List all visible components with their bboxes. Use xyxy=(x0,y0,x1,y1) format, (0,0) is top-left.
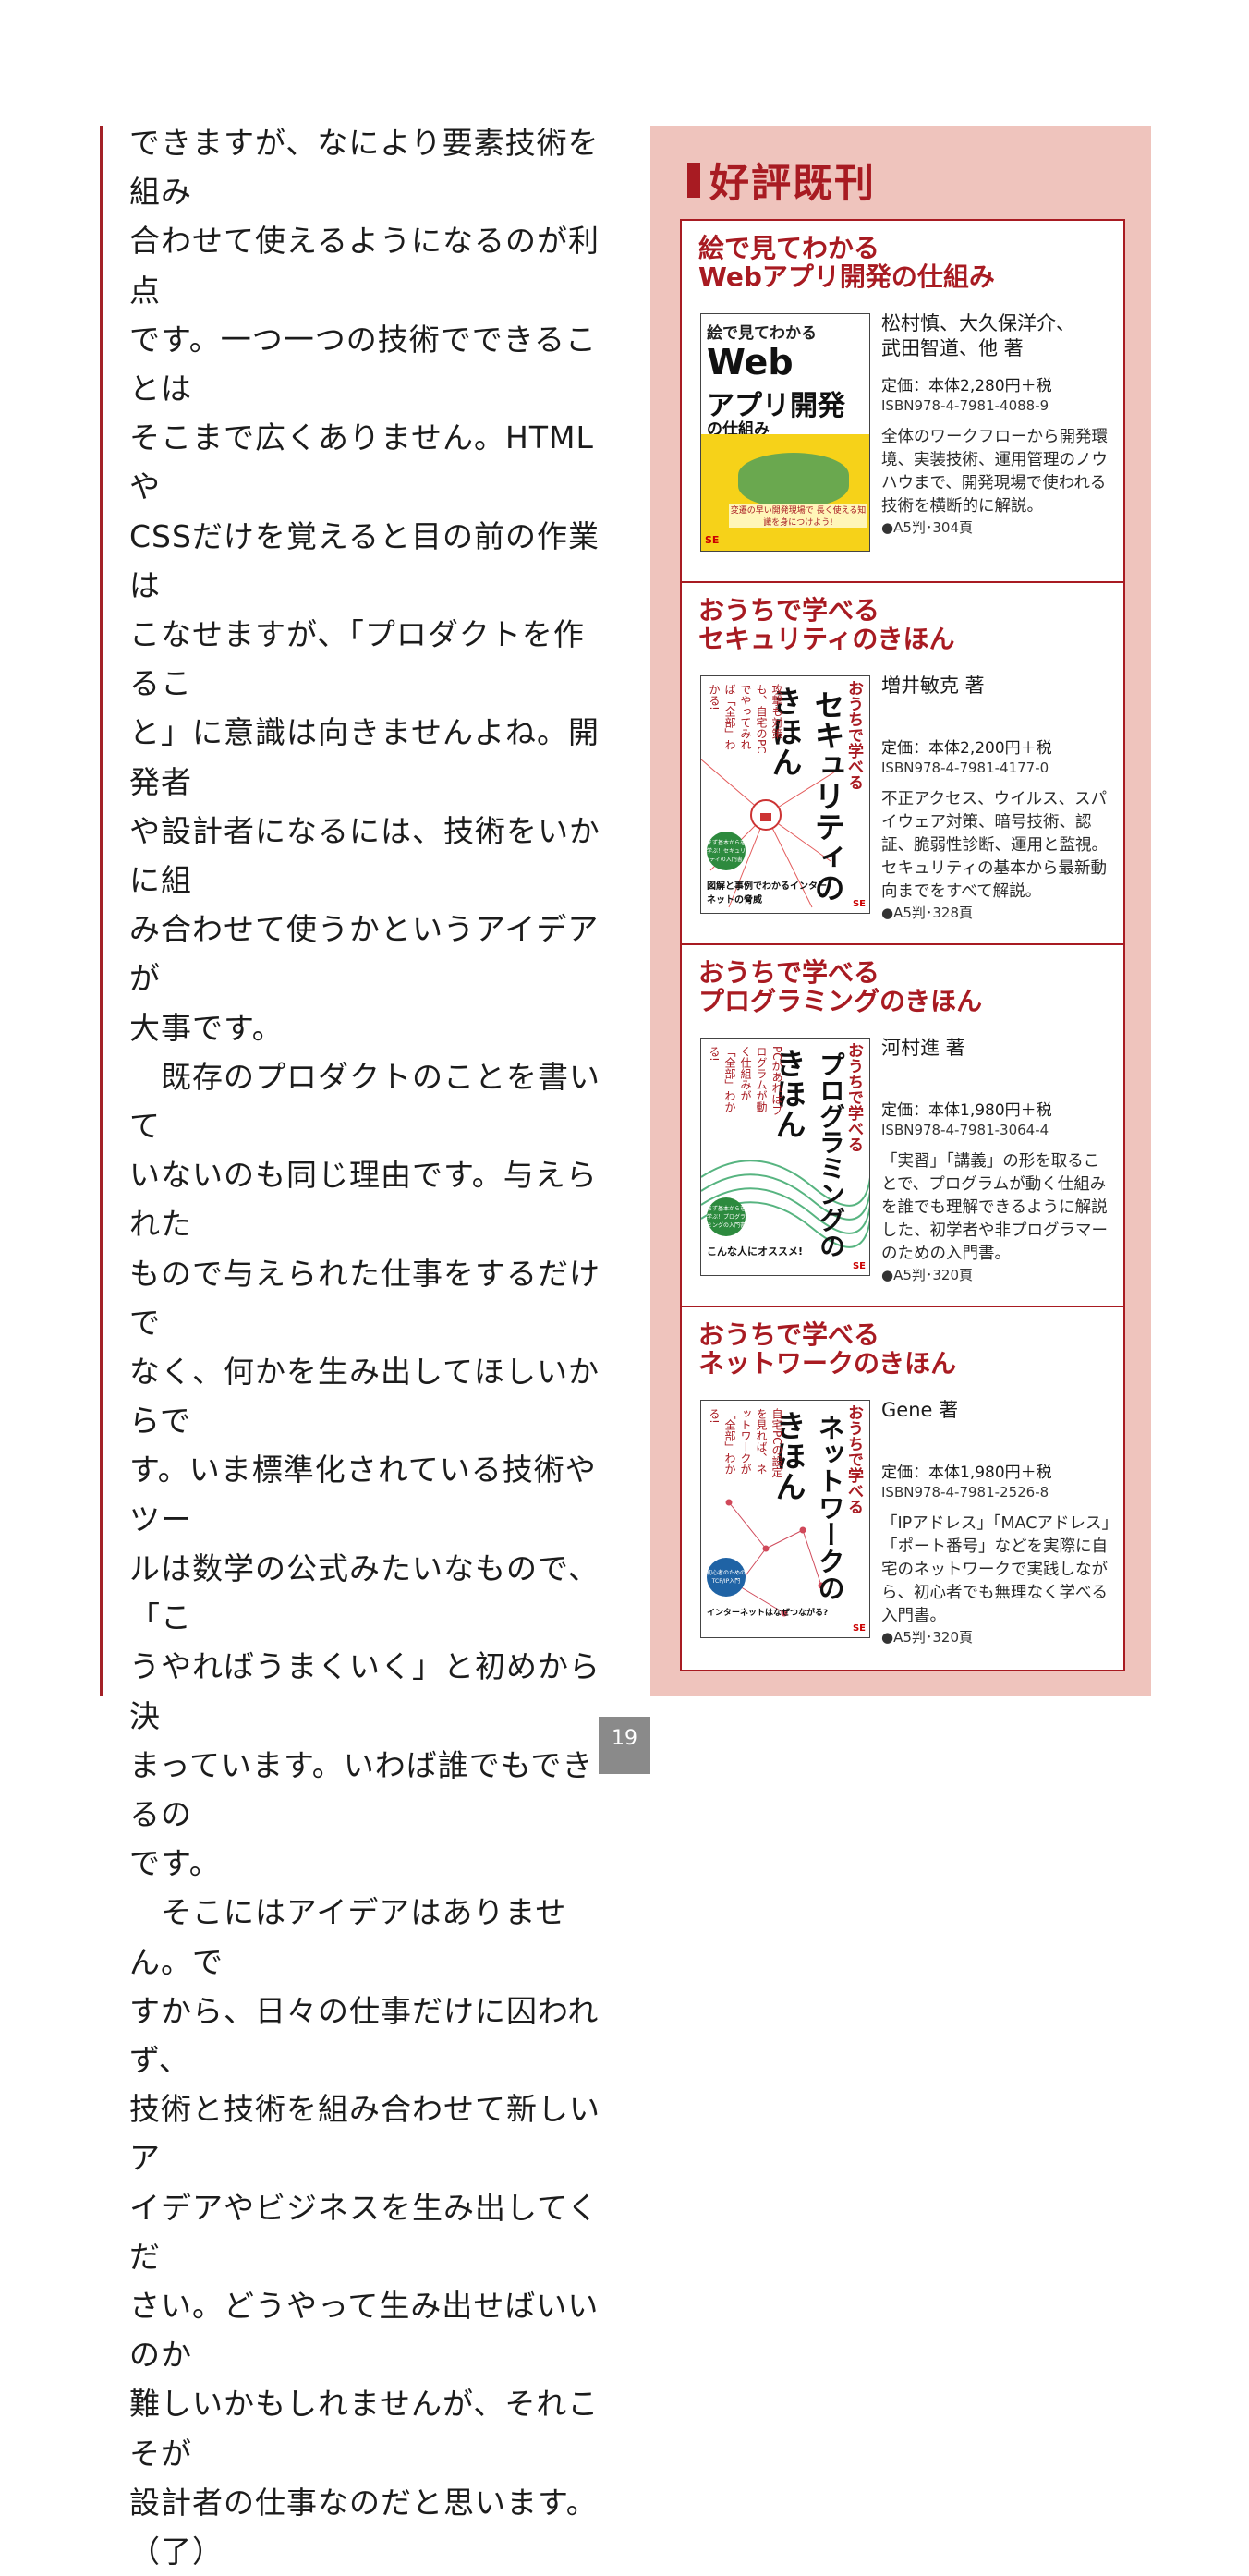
book-meta: 河村進 著 定価：本体1,980円＋税 ISBN978-4-7981-3064-… xyxy=(881,1036,1112,1284)
book-cover: おうちで学べる ネットワークの きほん 自宅PCの設定を見れば、ネットワークが「… xyxy=(700,1400,870,1638)
book-isbn: ISBN978-4-7981-2526-8 xyxy=(881,1484,1049,1501)
book-price: 定価：本体1,980円＋税 xyxy=(881,1464,1052,1482)
book-isbn: ISBN978-4-7981-4177-0 xyxy=(881,759,1049,776)
book-isbn: ISBN978-4-7981-4088-9 xyxy=(881,397,1049,414)
book-title: おうちで学べる プログラミングのきほん xyxy=(698,957,983,1016)
book-spec: ●A5判･304頁 xyxy=(881,519,974,536)
cover-caption: 変遷の早い開発現場で 長く使える知識を身につけよう! xyxy=(729,504,867,528)
heading-bar-icon xyxy=(687,163,700,198)
book-meta: 増井敏克 著 定価：本体2,200円＋税 ISBN978-4-7981-4177… xyxy=(881,674,1112,922)
book-spec: ●A5判･320頁 xyxy=(881,1629,974,1646)
book-price: 定価：本体2,200円＋税 xyxy=(881,739,1052,758)
cover-tagline: こんな人にオススメ! xyxy=(707,1245,804,1258)
book-author: 松村慎、大久保洋介、 武田智道、他 著 xyxy=(881,312,1075,359)
island-illustration-icon xyxy=(738,453,849,508)
book-author: Gene 著 xyxy=(881,1399,959,1421)
cover-side-copy: 自宅PCの設定を見れば、ネットワークが「全部」わかる! xyxy=(708,1408,783,1478)
cover-ribbon-text: 絵で見てわかる xyxy=(707,324,817,343)
cover-side-copy: PCがあればプログラムが動く仕組みが「全部」わかる! xyxy=(708,1046,783,1116)
book-meta: 松村慎、大久保洋介、 武田智道、他 著 定価：本体2,280円＋税 ISBN97… xyxy=(881,311,1112,537)
book-spec: ●A5判･320頁 xyxy=(881,1267,974,1283)
left-margin-rule xyxy=(100,126,103,1696)
cover-badge: まず基本からを学ぶ！プログラミングの入門書 xyxy=(707,1197,746,1236)
panel-heading: 好評既刊 xyxy=(687,152,876,209)
publisher-logo: SE xyxy=(705,534,720,546)
book-price: 定価：本体1,980円＋税 xyxy=(881,1101,1052,1120)
page-number: 19 xyxy=(599,1717,650,1774)
cover-badge: 初心者のためのTCP/IP入門 xyxy=(707,1558,746,1597)
publisher-logo: SE xyxy=(852,1623,866,1634)
cover-side-copy: 攻撃も対策も、自宅のPCでやってみれば「全部」わかる! xyxy=(708,684,783,754)
book-item: おうちで学べる セキュリティのきほん おうちで学べる セキュリティの きほん 攻… xyxy=(682,583,1123,945)
book-description: 全体のワークフローから開発環境、実装技術、運用管理のノウハウまで、開発現場で使わ… xyxy=(881,428,1108,516)
panel-heading-text: 好評既刊 xyxy=(709,161,876,207)
article-body-text: できますが、なにより要素技術を組み 合わせて使えるようになるのが利点 です。一つ… xyxy=(129,125,600,2570)
book-cover: 絵で見てわかる Web アプリ開発 の仕組み 変遷の早い開発現場で 長く使える知… xyxy=(700,313,870,552)
recommended-books-panel: 好評既刊 絵で見てわかる Webアプリ開発の仕組み 絵で見てわかる Web アプ… xyxy=(650,126,1151,1696)
book-title: 絵で見てわかる Webアプリ開発の仕組み xyxy=(698,233,995,292)
cover-main-title: プログラミングの xyxy=(816,1051,846,1258)
book-author: 河村進 著 xyxy=(881,1037,965,1059)
cover-tagline: インターネットはなぜつながる? xyxy=(707,1609,829,1618)
book-description: 「IPアドレス」「MACアドレス」「ポート番号」などを実際に自宅のネットワークで… xyxy=(881,1514,1110,1625)
book-isbn: ISBN978-4-7981-3064-4 xyxy=(881,1122,1049,1138)
book-author: 増井敏克 著 xyxy=(881,674,985,697)
book-item: おうちで学べる ネットワークのきほん おうちで学べる ネットワークの きほん 自… xyxy=(682,1307,1123,1670)
cover-tagline: 図解と事例でわかるインターネットの脅威 xyxy=(707,881,827,905)
book-cover: おうちで学べる プログラミングの きほん PCがあればプログラムが動く仕組みが「… xyxy=(700,1038,870,1276)
book-price: 定価：本体2,280円＋税 xyxy=(881,377,1052,395)
book-description: 「実習」「講義」の形を取ることで、プログラムが動く仕組みを誰でも理解できるように… xyxy=(881,1152,1108,1263)
publisher-logo: SE xyxy=(852,1261,866,1271)
cover-badge: まず基本からを学ぶ！セキュリティの入門書 xyxy=(707,832,746,870)
cover-main-title: セキュリティの xyxy=(809,689,845,903)
book-description: 不正アクセス、ウイルス、スパイウェア対策、暗号技術、認証、脆弱性診断、運用と監視… xyxy=(881,790,1108,901)
book-list: 絵で見てわかる Webアプリ開発の仕組み 絵で見てわかる Web アプリ開発 の… xyxy=(680,219,1125,1671)
cover-main-title: ネットワークの xyxy=(814,1414,845,1601)
book-item: おうちで学べる プログラミングのきほん おうちで学べる プログラミングの きほん… xyxy=(682,945,1123,1307)
publisher-logo: SE xyxy=(852,899,866,909)
book-title: おうちで学べる セキュリティのきほん xyxy=(698,595,955,654)
book-item: 絵で見てわかる Webアプリ開発の仕組み 絵で見てわかる Web アプリ開発 の… xyxy=(682,221,1123,583)
book-cover: おうちで学べる セキュリティの きほん 攻撃も対策も、自宅のPCでやってみれば「… xyxy=(700,675,870,914)
book-spec: ●A5判･328頁 xyxy=(881,905,974,921)
book-meta: Gene 著 定価：本体1,980円＋税 ISBN978-4-7981-2526… xyxy=(881,1398,1112,1646)
cover-title-big: Web xyxy=(707,342,794,383)
book-title: おうちで学べる ネットワークのきほん xyxy=(698,1319,957,1379)
